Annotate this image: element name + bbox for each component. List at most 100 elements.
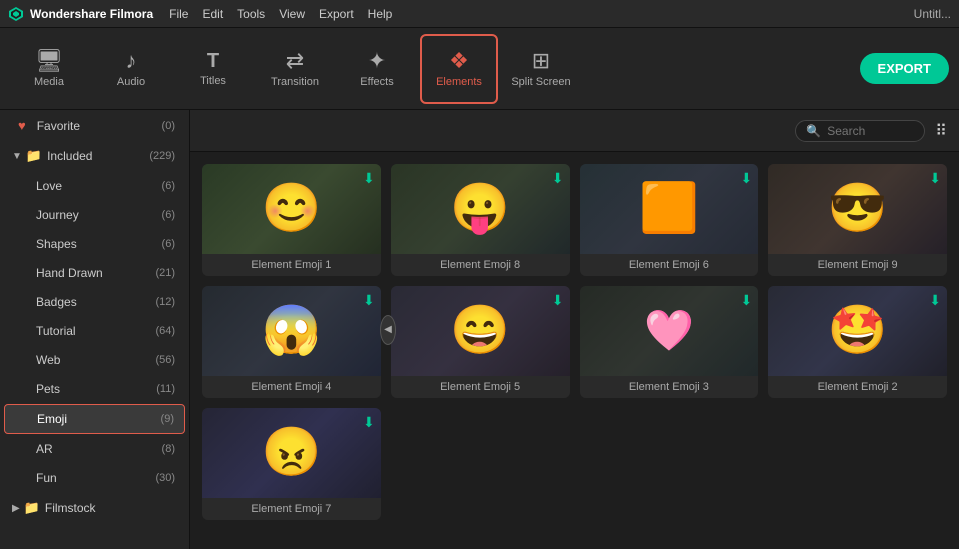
- element-card-emoji7[interactable]: 😠 ⬇ Element Emoji 7: [202, 408, 381, 520]
- sidebar-item-hand-drawn[interactable]: Hand Drawn (21): [4, 259, 185, 287]
- media-icon: 🖥: [35, 50, 63, 72]
- toolbar-titles[interactable]: T Titles: [174, 34, 252, 104]
- download-icon-emoji9: ⬇: [929, 170, 941, 187]
- sidebar-group-filmstock[interactable]: ▶ 📁 Filmstock: [4, 493, 185, 523]
- sidebar-included-label: Included: [47, 149, 92, 163]
- sidebar-hand-drawn-count: (21): [155, 267, 175, 279]
- heart-icon: ♥: [18, 118, 26, 133]
- toolbar-transition[interactable]: ⇄ Transition: [256, 34, 334, 104]
- element-card-emoji2[interactable]: 🤩 ⬇ Element Emoji 2: [768, 286, 947, 398]
- app-logo-icon: [8, 6, 24, 22]
- transition-icon: ⇄: [286, 50, 304, 72]
- menu-file[interactable]: File: [169, 7, 188, 21]
- toolbar-audio[interactable]: ♪ Audio: [92, 34, 170, 104]
- sidebar-pets-label: Pets: [36, 382, 60, 396]
- sidebar-badges-count: (12): [155, 296, 175, 308]
- sidebar-web-count: (56): [155, 354, 175, 366]
- emoji3-display: 🩷: [644, 311, 694, 351]
- emoji2-display: 🤩: [828, 307, 888, 355]
- toolbar-elements[interactable]: ❖ Elements: [420, 34, 498, 104]
- sidebar-item-tutorial[interactable]: Tutorial (64): [4, 317, 185, 345]
- menu-help[interactable]: Help: [368, 7, 393, 21]
- menu-view[interactable]: View: [279, 7, 305, 21]
- sidebar-journey-label: Journey: [36, 208, 79, 222]
- emoji4-display: 😱: [261, 307, 321, 355]
- element-card-emoji1[interactable]: 😊 ⬇ Element Emoji 1: [202, 164, 381, 276]
- toolbar-titles-label: Titles: [200, 75, 226, 87]
- download-icon-emoji6: ⬇: [741, 170, 753, 187]
- element-label-emoji1: Element Emoji 1: [202, 254, 381, 276]
- sidebar-item-pets[interactable]: Pets (11): [4, 375, 185, 403]
- sidebar-fun-count: (30): [155, 472, 175, 484]
- elements-grid: 😊 ⬇ Element Emoji 1 😛 ⬇ Element Emoji 8: [190, 152, 959, 549]
- sidebar-item-love[interactable]: Love (6): [4, 172, 185, 200]
- sidebar-shapes-count: (6): [162, 238, 175, 250]
- element-label-emoji3: Element Emoji 3: [580, 376, 759, 398]
- download-icon-emoji7: ⬇: [363, 414, 375, 431]
- sidebar-item-web[interactable]: Web (56): [4, 346, 185, 374]
- sidebar-love-count: (6): [162, 180, 175, 192]
- sidebar-collapse-button[interactable]: ◀: [380, 315, 396, 345]
- grid-toggle-icon[interactable]: ⠿: [935, 121, 947, 141]
- toolbar-splitscreen-label: Split Screen: [511, 76, 570, 88]
- menu-export[interactable]: Export: [319, 7, 354, 21]
- app-name: Wondershare Filmora: [30, 7, 153, 21]
- sidebar-group-included[interactable]: ▼ 📁 Included (229): [4, 141, 185, 171]
- toolbar-effects-label: Effects: [360, 76, 393, 88]
- search-input[interactable]: [827, 124, 907, 138]
- toolbar-elements-label: Elements: [436, 76, 482, 88]
- sidebar-item-badges[interactable]: Badges (12): [4, 288, 185, 316]
- main-layout: ♥ Favorite (0) ▼ 📁 Included (229) Love (…: [0, 110, 959, 549]
- caret-right-icon: ▶: [12, 503, 20, 514]
- element-label-emoji5: Element Emoji 5: [391, 376, 570, 398]
- emoji1-display: 😊: [261, 185, 321, 233]
- sidebar-badges-label: Badges: [36, 295, 77, 309]
- element-card-emoji3[interactable]: 🩷 ⬇ Element Emoji 3: [580, 286, 759, 398]
- audio-icon: ♪: [126, 50, 137, 72]
- sidebar-included-count: (229): [149, 150, 175, 162]
- export-button[interactable]: EXPORT: [860, 53, 949, 84]
- sidebar-journey-count: (6): [162, 209, 175, 221]
- sidebar-emoji-count: (9): [161, 413, 174, 425]
- toolbar-media[interactable]: 🖥 Media: [10, 34, 88, 104]
- sidebar-item-shapes[interactable]: Shapes (6): [4, 230, 185, 258]
- emoji8-display: 😛: [450, 185, 510, 233]
- search-icon: 🔍: [806, 124, 821, 138]
- sidebar-filmstock-label: Filmstock: [45, 501, 96, 515]
- folder-filmstock-icon: 📁: [24, 500, 40, 516]
- sidebar-item-emoji[interactable]: Emoji (9): [4, 404, 185, 434]
- menu-tools[interactable]: Tools: [237, 7, 265, 21]
- download-icon-emoji4: ⬇: [363, 292, 375, 309]
- menu-edit[interactable]: Edit: [202, 7, 223, 21]
- element-card-emoji8[interactable]: 😛 ⬇ Element Emoji 8: [391, 164, 570, 276]
- menu-items: File Edit Tools View Export Help: [169, 7, 392, 21]
- element-label-emoji2: Element Emoji 2: [768, 376, 947, 398]
- sidebar-item-favorite[interactable]: ♥ Favorite (0): [4, 111, 185, 140]
- sidebar-shapes-label: Shapes: [36, 237, 77, 251]
- download-icon-emoji5: ⬇: [552, 292, 564, 309]
- element-card-emoji6[interactable]: 🟧 ⬇ Element Emoji 6: [580, 164, 759, 276]
- sidebar-fun-label: Fun: [36, 471, 57, 485]
- sidebar-item-fun[interactable]: Fun (30): [4, 464, 185, 492]
- effects-icon: ✦: [368, 50, 386, 72]
- element-card-emoji4[interactable]: 😱 ⬇ Element Emoji 4: [202, 286, 381, 398]
- menu-bar: Wondershare Filmora File Edit Tools View…: [0, 0, 959, 28]
- sidebar-love-label: Love: [36, 179, 62, 193]
- toolbar-splitscreen[interactable]: ⊞ Split Screen: [502, 34, 580, 104]
- element-card-emoji5[interactable]: 😄 ⬇ Element Emoji 5: [391, 286, 570, 398]
- sidebar-favorite-count: (0): [162, 120, 175, 132]
- emoji9-display: 😎: [828, 185, 888, 233]
- sidebar-item-ar[interactable]: AR (8): [4, 435, 185, 463]
- search-box[interactable]: 🔍: [795, 120, 925, 142]
- element-card-emoji9[interactable]: 😎 ⬇ Element Emoji 9: [768, 164, 947, 276]
- folder-icon: 📁: [26, 148, 42, 164]
- sidebar-tutorial-count: (64): [155, 325, 175, 337]
- sidebar-favorite-label: Favorite: [37, 119, 80, 133]
- toolbar-effects[interactable]: ✦ Effects: [338, 34, 416, 104]
- sidebar-emoji-label: Emoji: [37, 412, 67, 426]
- element-label-emoji7: Element Emoji 7: [202, 498, 381, 520]
- sidebar-tutorial-label: Tutorial: [36, 324, 76, 338]
- sidebar-ar-count: (8): [162, 443, 175, 455]
- content-area: ◀ 🔍 ⠿ 😊 ⬇ Element Emoji 1: [190, 110, 959, 549]
- sidebar-item-journey[interactable]: Journey (6): [4, 201, 185, 229]
